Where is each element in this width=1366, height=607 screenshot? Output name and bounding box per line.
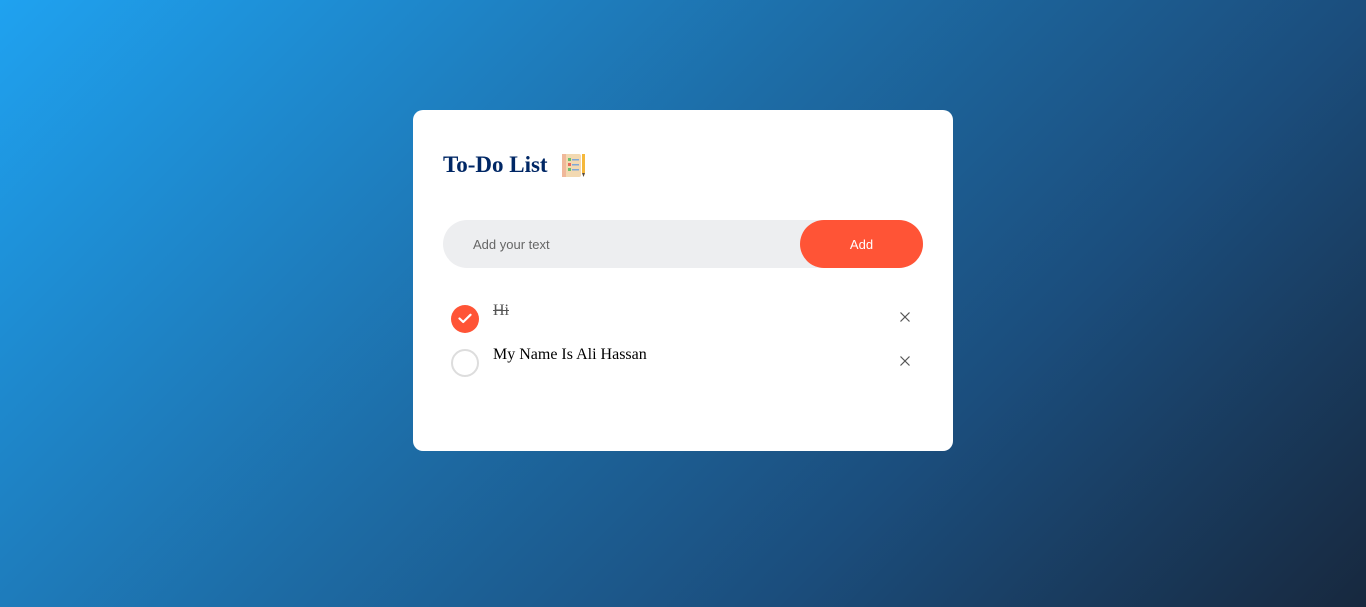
list-item[interactable]: My Name Is Ali Hassan xyxy=(443,340,923,384)
task-checkbox-unchecked[interactable] xyxy=(451,349,479,377)
todo-card: To-Do List Add your text Add Hi My Name … xyxy=(413,110,953,451)
close-icon[interactable] xyxy=(899,354,911,366)
notepad-icon xyxy=(559,151,587,179)
task-text: Hi xyxy=(493,302,509,319)
check-icon xyxy=(458,313,472,324)
task-input[interactable] xyxy=(443,219,800,269)
close-icon[interactable] xyxy=(899,310,911,322)
task-checkbox-checked[interactable] xyxy=(451,305,479,333)
add-task-row: Add xyxy=(443,219,923,269)
add-button[interactable]: Add xyxy=(800,220,923,268)
title-row: To-Do List xyxy=(443,150,587,180)
task-list: Hi My Name Is Ali Hassan xyxy=(443,296,923,384)
page-title: To-Do List xyxy=(443,152,548,177)
list-item[interactable]: Hi xyxy=(443,296,923,340)
task-text: My Name Is Ali Hassan xyxy=(493,346,647,363)
